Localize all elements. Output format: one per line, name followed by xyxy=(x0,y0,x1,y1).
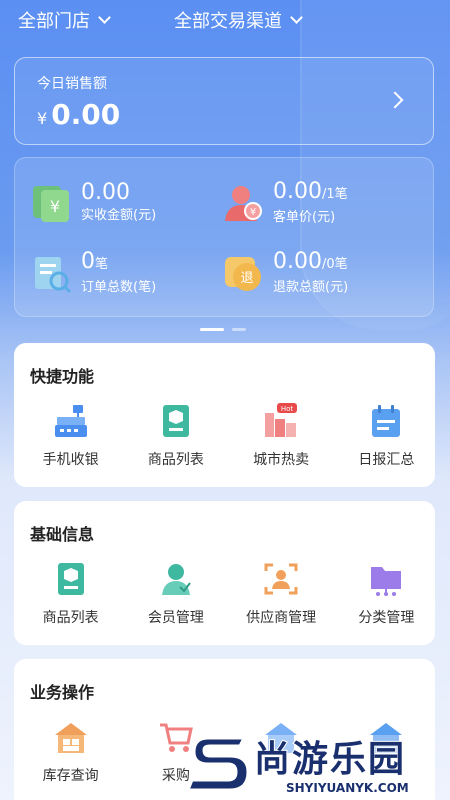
stat-suffix: 笔 xyxy=(95,257,109,272)
member-icon xyxy=(161,564,191,595)
carousel-dot-active[interactable] xyxy=(200,328,224,331)
quick-item-product-list[interactable]: 商品列表 xyxy=(127,403,224,469)
stat-suffix: /0笔 xyxy=(321,257,348,272)
svg-text:¥: ¥ xyxy=(50,197,60,216)
quick-item-label: 城市热卖 xyxy=(253,452,310,468)
basic-item-label: 会员管理 xyxy=(147,610,204,626)
stats-card: ¥ 0.00 实收金额(元) ¥ 0.00/1笔 客单价(元) 0笔 订单总数(… xyxy=(14,157,434,317)
basic-item-label: 供应商管理 xyxy=(246,610,317,626)
chevron-down-icon xyxy=(98,11,111,24)
carousel-indicator xyxy=(200,328,246,331)
customer-price-icon: ¥ xyxy=(225,185,262,221)
supplier-icon xyxy=(264,563,298,595)
quick-item-label: 手机收银 xyxy=(42,452,99,468)
stat-received-amount: ¥ 0.00 实收金额(元) xyxy=(29,180,156,226)
cash-register-icon xyxy=(54,405,87,437)
product-list-icon xyxy=(57,563,84,595)
stat-label: 订单总数(笔) xyxy=(81,280,157,295)
basic-item-product-list[interactable]: 商品列表 xyxy=(22,561,119,627)
basic-item-label: 分类管理 xyxy=(358,610,415,626)
stat-value: 0.00 xyxy=(273,249,322,274)
cash-receipt-icon: ¥ xyxy=(33,186,69,222)
currency-symbol: ¥ xyxy=(37,109,48,128)
svg-text:退: 退 xyxy=(240,271,253,286)
store-filter-dropdown[interactable]: 全部门店 xyxy=(18,7,111,33)
quick-item-city-hot[interactable]: Hot 城市热卖 xyxy=(233,403,330,469)
basic-item-supplier[interactable]: 供应商管理 xyxy=(233,561,330,627)
section-title: 业务操作 xyxy=(30,683,95,702)
stat-label: 实收金额(元) xyxy=(81,208,157,223)
stat-label: 退款总额(元) xyxy=(273,280,349,295)
today-sales-label: 今日销售额 xyxy=(37,76,107,92)
stat-value: 0 xyxy=(81,249,95,274)
watermark-text: 尚游乐园 xyxy=(253,738,407,781)
hot-badge: Hot xyxy=(281,405,294,413)
chevron-right-icon xyxy=(386,91,404,109)
watermark-url: SHYIYUANYK.COM xyxy=(286,781,409,795)
section-title: 快捷功能 xyxy=(30,367,95,386)
ops-item-inventory[interactable]: 库存查询 xyxy=(22,719,119,785)
stat-label: 客单价(元) xyxy=(273,210,336,225)
site-watermark: 尚游乐园 SHYIYUANYK.COM xyxy=(182,724,450,800)
basic-item-category[interactable]: 分类管理 xyxy=(338,561,435,627)
svg-text:¥: ¥ xyxy=(250,207,256,218)
channel-filter-dropdown[interactable]: 全部交易渠道 xyxy=(174,7,303,33)
stat-refund-total: 退 0.00/0笔 退款总额(元) xyxy=(221,250,348,297)
basic-info-grid: 商品列表 会员管理 供应商管理 分类管理 xyxy=(14,561,435,627)
basic-info-section: 基础信息 商品列表 会员管理 供应商管理 分类管理 xyxy=(14,501,435,645)
carousel-dot[interactable] xyxy=(232,328,246,331)
daily-report-icon xyxy=(372,405,401,437)
quick-item-label: 商品列表 xyxy=(147,452,204,468)
ops-item-label: 库存查询 xyxy=(42,768,99,784)
quick-item-daily-report[interactable]: 日报汇总 xyxy=(338,403,435,469)
store-filter-label: 全部门店 xyxy=(18,11,90,32)
today-sales-amount: ¥ 0.00 xyxy=(37,98,120,131)
stat-value: 0.00 xyxy=(273,179,322,204)
inventory-icon xyxy=(54,723,87,753)
stat-value: 0.00 xyxy=(81,180,130,205)
refund-icon: 退 xyxy=(225,256,261,291)
basic-item-label: 商品列表 xyxy=(42,610,99,626)
watermark-logo-icon xyxy=(186,736,250,792)
quick-functions-section: 快捷功能 手机收银 商品列表 Hot 城市热卖 日报汇总 xyxy=(14,343,435,487)
basic-item-member[interactable]: 会员管理 xyxy=(127,561,224,627)
category-icon xyxy=(371,567,402,596)
top-filter-bar: 全部门店 全部交易渠道 xyxy=(0,0,450,40)
section-title: 基础信息 xyxy=(30,525,95,544)
stat-suffix: /1笔 xyxy=(321,187,348,202)
city-hot-icon: Hot xyxy=(265,403,298,437)
today-sales-value: 0.00 xyxy=(51,98,121,131)
quick-functions-grid: 手机收银 商品列表 Hot 城市热卖 日报汇总 xyxy=(14,403,435,469)
chevron-down-icon xyxy=(290,11,303,24)
stat-order-count: 0笔 订单总数(笔) xyxy=(29,250,156,297)
today-sales-card[interactable]: 今日销售额 ¥ 0.00 xyxy=(14,57,434,145)
order-search-icon xyxy=(35,256,72,293)
quick-item-label: 日报汇总 xyxy=(358,452,415,468)
channel-filter-label: 全部交易渠道 xyxy=(174,11,282,32)
product-list-icon xyxy=(162,405,189,437)
quick-item-mobile-cashier[interactable]: 手机收银 xyxy=(22,403,119,469)
stat-avg-order-price: ¥ 0.00/1笔 客单价(元) xyxy=(221,180,348,227)
